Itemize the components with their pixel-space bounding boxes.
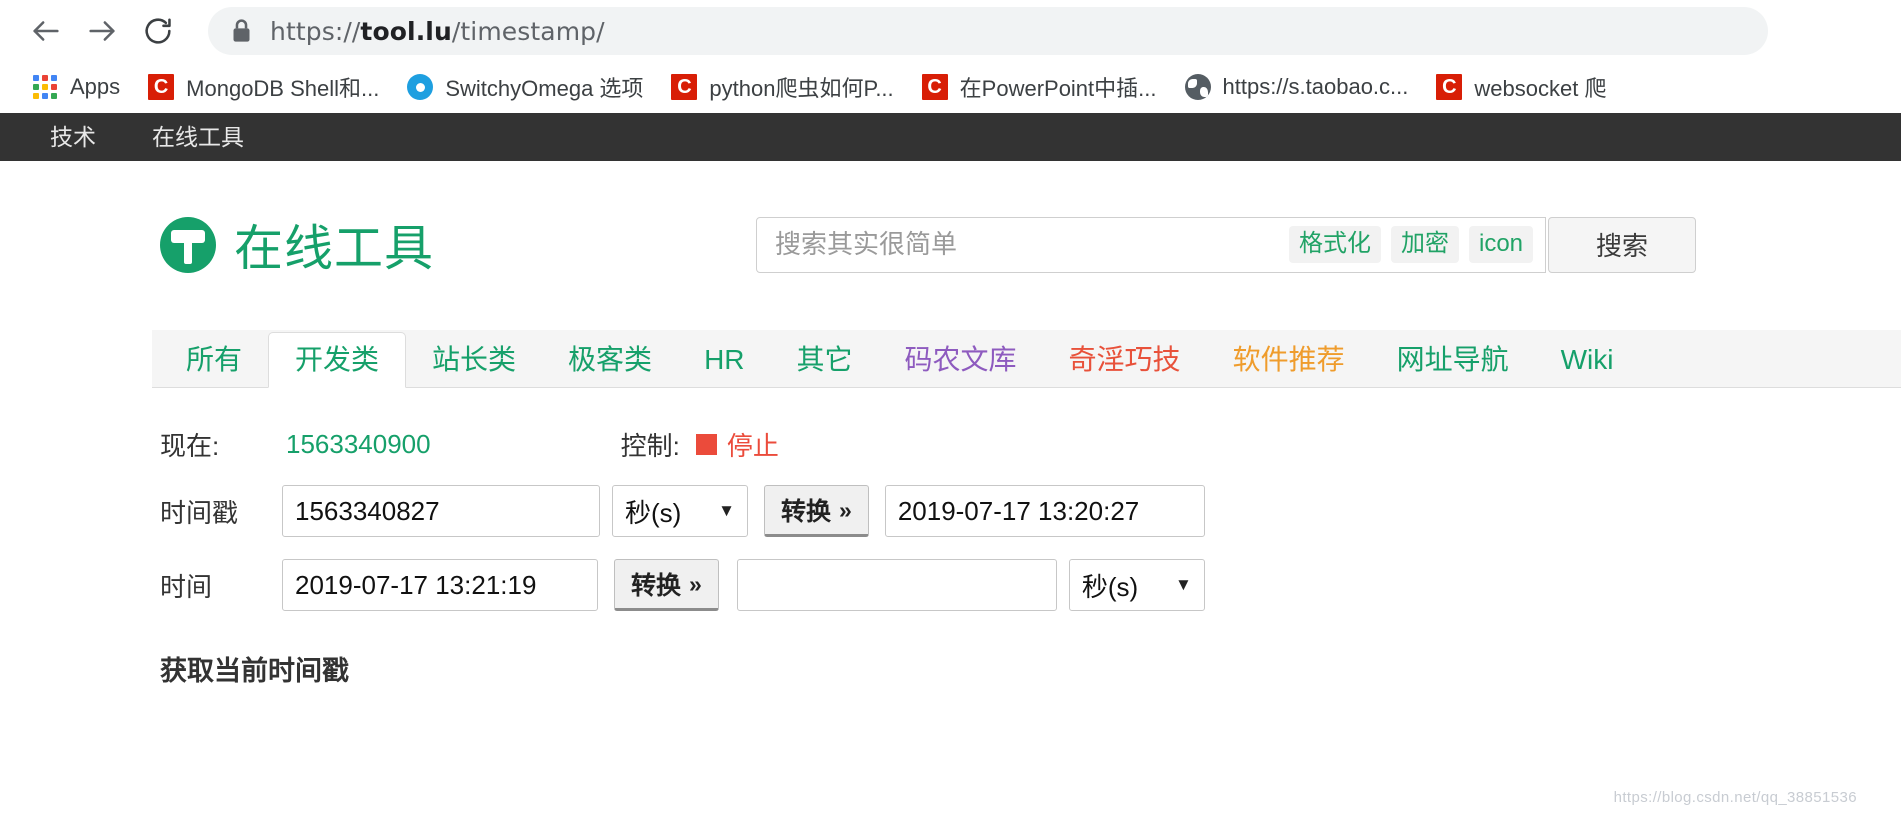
timestamp-to-date-row: 时间戳 秒(s) ▼ 转换 » bbox=[160, 485, 1871, 537]
logo-text: 在线工具 bbox=[234, 222, 435, 276]
switchyomega-icon bbox=[407, 74, 434, 100]
csdn-icon: C bbox=[1436, 74, 1463, 100]
control-label: 控制: bbox=[620, 431, 680, 461]
lock-icon bbox=[230, 17, 252, 45]
tab-wiki[interactable]: Wiki bbox=[1535, 332, 1640, 388]
double-chevron-right-icon: » bbox=[839, 496, 852, 523]
search-area: 格式化 加密 icon 搜索 bbox=[756, 216, 1697, 273]
watermark: https://blog.csdn.net/qq_38851536 bbox=[1613, 789, 1857, 806]
chevron-down-icon: ▼ bbox=[1174, 575, 1192, 594]
now-row: 现在: 1563340900 控制: 停止 bbox=[160, 426, 1871, 463]
datetime-result-input[interactable] bbox=[736, 559, 1057, 611]
address-bar[interactable]: https://tool.lu/timestamp/ bbox=[208, 7, 1768, 55]
now-label: 现在: bbox=[160, 431, 220, 461]
bookmark-apps[interactable]: Apps bbox=[18, 67, 134, 107]
apps-grid-icon bbox=[32, 74, 58, 100]
forward-button[interactable] bbox=[74, 6, 130, 56]
tab-nav-sites[interactable]: 网址导航 bbox=[1371, 332, 1535, 388]
search-input[interactable] bbox=[773, 217, 1279, 272]
chevron-down-icon: ▼ bbox=[718, 501, 735, 520]
timestamp-input[interactable] bbox=[282, 485, 600, 537]
tab-geek[interactable]: 极客类 bbox=[542, 332, 678, 388]
bookmark-label: python爬虫如何P... bbox=[709, 76, 894, 101]
timestamp-unit-value: 秒(s) bbox=[625, 497, 682, 528]
bookmark-label: 在PowerPoint中插... bbox=[959, 76, 1157, 101]
url-scheme: https:// bbox=[270, 16, 361, 46]
bookmarks-bar: Apps C MongoDB Shell和... SwitchyOmega 选项… bbox=[0, 62, 1901, 112]
browser-chrome: https://tool.lu/timestamp/ Apps C MongoD… bbox=[0, 0, 1901, 113]
date-to-timestamp-row: 时间 转换 » 秒(s) ▼ bbox=[160, 559, 1871, 611]
tab-software[interactable]: 软件推荐 bbox=[1207, 332, 1371, 388]
csdn-icon: C bbox=[921, 74, 948, 100]
search-chip-format[interactable]: 格式化 bbox=[1288, 226, 1381, 263]
time-row-label: 时间 bbox=[160, 571, 213, 602]
site-nav-item-online-tools[interactable]: 在线工具 bbox=[124, 113, 272, 161]
bookmark-switchyomega[interactable]: SwitchyOmega 选项 bbox=[393, 67, 657, 107]
datetime-convert-label: 转换 bbox=[631, 572, 682, 600]
bookmark-label: SwitchyOmega 选项 bbox=[445, 76, 644, 101]
csdn-icon: C bbox=[148, 74, 175, 100]
reload-button[interactable] bbox=[130, 6, 186, 56]
search-box[interactable]: 格式化 加密 icon bbox=[756, 216, 1547, 273]
timestamp-convert-label: 转换 bbox=[781, 498, 832, 526]
url-path: /timestamp/ bbox=[451, 16, 605, 46]
search-chip-icon[interactable]: icon bbox=[1468, 226, 1534, 263]
browser-toolbar: https://tool.lu/timestamp/ bbox=[0, 0, 1901, 62]
timestamp-row-label: 时间戳 bbox=[160, 497, 239, 528]
search-chip-encrypt[interactable]: 加密 bbox=[1390, 226, 1459, 263]
bookmark-taobao[interactable]: https://s.taobao.c... bbox=[1171, 67, 1423, 107]
stop-button-label: 停止 bbox=[726, 431, 779, 461]
tab-library[interactable]: 码农文库 bbox=[879, 332, 1043, 388]
timestamp-convert-button[interactable]: 转换 » bbox=[764, 485, 869, 537]
stop-square-icon bbox=[695, 434, 717, 455]
bookmark-label: Apps bbox=[70, 74, 121, 99]
timestamp-result-input[interactable] bbox=[884, 485, 1205, 537]
site-header: 在线工具 格式化 加密 icon 搜索 bbox=[160, 161, 1871, 280]
arrow-right-icon bbox=[85, 14, 119, 48]
search-button[interactable]: 搜索 bbox=[1548, 216, 1697, 273]
datetime-convert-button[interactable]: 转换 » bbox=[614, 559, 719, 611]
site-nav-item-tech[interactable]: 技术 bbox=[22, 113, 124, 161]
double-chevron-right-icon: » bbox=[689, 570, 702, 597]
bookmark-powerpoint[interactable]: C 在PowerPoint中插... bbox=[908, 67, 1171, 107]
tab-dev[interactable]: 开发类 bbox=[268, 332, 407, 388]
globe-icon bbox=[1184, 74, 1211, 100]
category-tabs: 所有 开发类 站长类 极客类 HR 其它 码农文库 奇淫巧技 软件推荐 网址导航… bbox=[152, 330, 1901, 388]
datetime-unit-value: 秒(s) bbox=[1081, 571, 1139, 602]
tab-tricks[interactable]: 奇淫巧技 bbox=[1043, 332, 1207, 388]
csdn-icon: C bbox=[671, 74, 698, 100]
stop-button[interactable]: 停止 bbox=[695, 426, 779, 463]
site-navbar: 技术 在线工具 bbox=[0, 113, 1901, 161]
section-title: 获取当前时间戳 bbox=[160, 656, 349, 686]
timestamp-unit-select[interactable]: 秒(s) ▼ bbox=[612, 485, 748, 537]
timestamp-tool: 现在: 1563340900 控制: 停止 时间戳 秒(s) ▼ 转换 » 时间 bbox=[160, 388, 1871, 688]
site-logo[interactable]: 在线工具 bbox=[160, 209, 434, 280]
url-host: tool.lu bbox=[360, 16, 452, 46]
tab-webmaster[interactable]: 站长类 bbox=[406, 332, 542, 388]
bookmark-label: MongoDB Shell和... bbox=[186, 76, 380, 101]
datetime-unit-select[interactable]: 秒(s) ▼ bbox=[1068, 559, 1205, 611]
now-timestamp-value: 1563340900 bbox=[286, 429, 431, 459]
bookmark-label: websocket 爬 bbox=[1474, 76, 1607, 101]
bookmark-python-crawler[interactable]: C python爬虫如何P... bbox=[657, 67, 907, 107]
bookmark-label: https://s.taobao.c... bbox=[1222, 74, 1409, 99]
hammer-circle-icon bbox=[160, 216, 216, 273]
tab-other[interactable]: 其它 bbox=[771, 332, 879, 388]
bookmark-websocket[interactable]: C websocket 爬 bbox=[1422, 67, 1620, 107]
url-text: https://tool.lu/timestamp/ bbox=[270, 17, 605, 46]
back-button[interactable] bbox=[18, 6, 74, 56]
tab-all[interactable]: 所有 bbox=[160, 332, 268, 388]
datetime-input[interactable] bbox=[282, 559, 598, 611]
tab-hr[interactable]: HR bbox=[678, 332, 770, 388]
bookmark-mongodb-shell[interactable]: C MongoDB Shell和... bbox=[134, 67, 393, 107]
reload-icon bbox=[142, 15, 174, 47]
page-content: 在线工具 格式化 加密 icon 搜索 所有 开发类 站长类 极客类 HR 其它… bbox=[0, 161, 1901, 818]
arrow-left-icon bbox=[29, 14, 63, 48]
